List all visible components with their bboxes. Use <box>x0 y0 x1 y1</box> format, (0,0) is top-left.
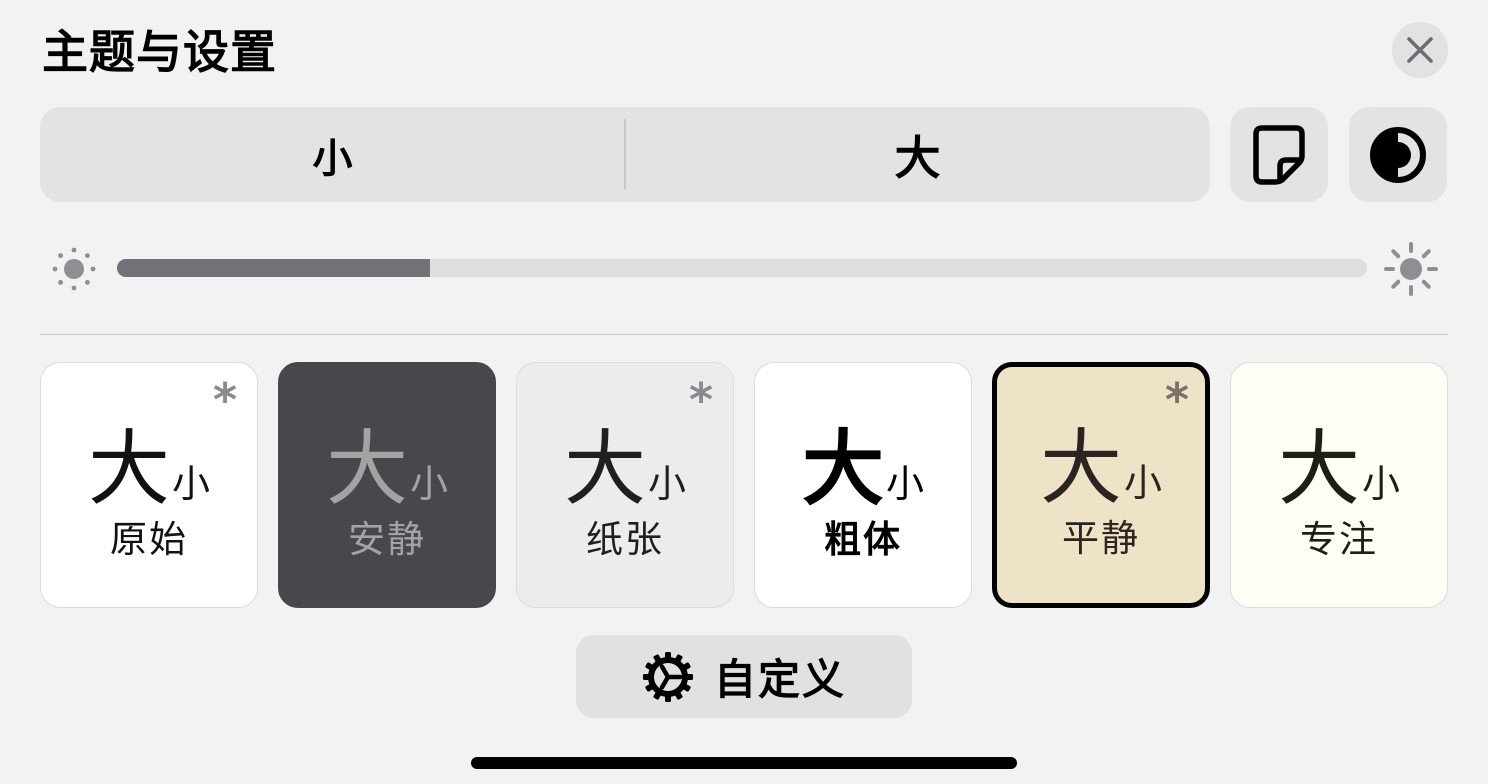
customizable-mark: * <box>1164 373 1189 427</box>
close-button[interactable] <box>1392 22 1448 78</box>
theme-sample: 大小 <box>279 425 495 515</box>
theme-card-paper[interactable]: * 大小 纸张 <box>516 362 734 608</box>
segment-divider <box>624 119 626 189</box>
theme-name: 粗体 <box>824 518 902 561</box>
customize-button[interactable]: 自定义 <box>576 635 912 718</box>
themes-settings-sheet: 主题与设置 小 大 * 大小 原始 大小 安静 * 大小 纸张 大小 粗体 * … <box>0 0 1488 784</box>
gear-icon <box>642 651 693 702</box>
theme-grid: * 大小 原始 大小 安静 * 大小 纸张 大小 粗体 * 大小 平静 大小 专… <box>40 362 1448 608</box>
theme-card-quiet[interactable]: 大小 安静 <box>278 362 496 608</box>
customizable-mark: * <box>688 373 713 427</box>
customizable-mark: * <box>212 373 237 427</box>
theme-sample: 大小 <box>1231 425 1447 515</box>
theme-card-focus[interactable]: 大小 专注 <box>1230 362 1448 608</box>
appearance-button[interactable] <box>1349 107 1447 202</box>
increase-font-button[interactable]: 大 <box>625 107 1210 202</box>
theme-name: 原始 <box>110 518 188 561</box>
close-icon <box>1407 37 1433 63</box>
contrast-icon <box>1370 126 1426 183</box>
theme-card-bold[interactable]: 大小 粗体 <box>754 362 972 608</box>
theme-sample: 大小 <box>41 425 257 515</box>
home-indicator <box>471 757 1017 769</box>
theme-sample-large: 大 <box>325 422 408 517</box>
theme-card-calm-selected[interactable]: * 大小 平静 <box>992 362 1210 608</box>
theme-sample-large: 大 <box>801 422 884 517</box>
page-options-button[interactable] <box>1230 107 1328 202</box>
sun-large-icon <box>1384 242 1438 296</box>
customize-label: 自定义 <box>713 655 846 704</box>
theme-sample-small: 小 <box>886 462 925 506</box>
theme-name: 专注 <box>1300 518 1378 561</box>
theme-sample: 大小 <box>517 425 733 515</box>
section-divider <box>40 334 1448 335</box>
sun-small-icon <box>52 247 96 291</box>
decrease-font-button[interactable]: 小 <box>40 107 625 202</box>
theme-name: 纸张 <box>586 518 664 561</box>
page-icon <box>1253 124 1305 185</box>
brightness-slider[interactable] <box>117 259 1367 277</box>
theme-sample-small: 小 <box>1362 462 1401 506</box>
theme-name: 安静 <box>348 518 426 561</box>
theme-sample-small: 小 <box>648 462 687 506</box>
theme-sample: 大小 <box>997 424 1205 514</box>
theme-sample-small: 小 <box>172 462 211 506</box>
page-title: 主题与设置 <box>42 25 277 79</box>
theme-sample: 大小 <box>755 425 971 515</box>
brightness-slider-fill <box>117 259 430 277</box>
theme-sample-small: 小 <box>1124 461 1163 505</box>
theme-sample-large: 大 <box>563 422 646 517</box>
theme-sample-small: 小 <box>410 462 449 506</box>
theme-sample-large: 大 <box>1277 422 1360 517</box>
theme-sample-large: 大 <box>1039 421 1122 516</box>
theme-name: 平静 <box>1062 517 1140 560</box>
font-size-control: 小 大 <box>40 107 1210 202</box>
theme-card-original[interactable]: * 大小 原始 <box>40 362 258 608</box>
theme-sample-large: 大 <box>87 422 170 517</box>
